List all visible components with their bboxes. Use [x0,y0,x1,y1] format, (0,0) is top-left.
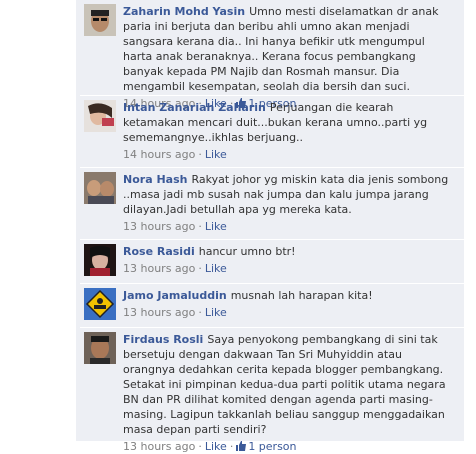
comment-author[interactable]: Jamo Jamaluddin [123,289,227,302]
profile-photo-icon [84,332,116,364]
like-button[interactable]: Like [205,220,227,233]
comment-meta: 13 hours ago · Like [123,220,453,234]
comment-item: Intan Zanariah Zaharin Perjuangan die kea… [80,96,464,168]
separator-dot: · [198,262,202,275]
separator-dot: · [198,148,202,161]
comment-timestamp[interactable]: 14 hours ago [123,148,195,161]
comment-text: Saya penyokong pembangkang di sini tak b… [123,333,446,436]
comment-meta: 13 hours ago · Like [123,306,453,320]
comment-author[interactable]: Zaharin Mohd Yasin [123,5,245,18]
avatar[interactable] [84,100,116,132]
comment-body: Zaharin Mohd Yasin Umno mesti diselamatka… [123,4,453,111]
comment-item: Rose Rasidi hancur umno btr! 13 hours ago… [80,240,464,284]
profile-photo-icon [84,100,116,132]
comment-meta: 14 hours ago · Like [123,148,453,162]
comment-item: Jamo Jamaluddin musnah lah harapan kita! … [80,284,464,328]
separator-dot: · [198,220,202,233]
comment-item: Nora Hash Rakyat johor yg miskin kata dia… [80,168,464,240]
comment-meta: 13 hours ago · Like [123,262,453,276]
profile-photo-icon [84,4,116,36]
comment-author[interactable]: Rose Rasidi [123,245,195,258]
like-button[interactable]: Like [205,440,227,453]
comment-body: Intan Zanariah Zaharin Perjuangan die kea… [123,100,453,162]
avatar[interactable] [84,332,116,364]
comment-timestamp[interactable]: 13 hours ago [123,440,195,453]
comments-page: Zaharin Mohd Yasin Umno mesti diselamatka… [0,0,476,453]
comment-timestamp[interactable]: 13 hours ago [123,306,195,319]
profile-photo-icon [84,244,116,276]
comment-text: musnah lah harapan kita! [230,289,373,302]
comment-item: Zaharin Mohd Yasin Umno mesti diselamatka… [80,0,464,110]
comment-body: Firdaus Rosli Saya penyokong pembangkang … [123,332,453,454]
comment-body: Rose Rasidi hancur umno btr! 13 hours ago… [123,244,453,276]
comment-timestamp[interactable]: 13 hours ago [123,220,195,233]
avatar[interactable] [84,172,116,204]
comment-text: hancur umno btr! [198,245,296,258]
like-count-label: 1 person [248,440,297,453]
comment-author[interactable]: Firdaus Rosli [123,333,203,346]
comment-meta: 13 hours ago · Like · 1 person [123,440,453,454]
comment-body: Jamo Jamaluddin musnah lah harapan kita! … [123,288,453,320]
comment-author[interactable]: Nora Hash [123,173,187,186]
avatar[interactable] [84,4,116,36]
like-count[interactable]: 1 person [236,440,297,453]
like-button[interactable]: Like [205,262,227,275]
comment-author[interactable]: Intan Zanariah Zaharin [123,101,266,114]
avatar[interactable] [84,244,116,276]
like-button[interactable]: Like [205,148,227,161]
comment-item: Firdaus Rosli Saya penyokong pembangkang … [80,328,464,453]
comment-body: Nora Hash Rakyat johor yg miskin kata dia… [123,172,453,234]
comment-timestamp[interactable]: 13 hours ago [123,262,195,275]
separator-dot: · [229,440,234,453]
avatar[interactable] [84,288,116,320]
separator-dot: · [198,306,202,319]
comment-text: Umno mesti diselamatkan dr anak paria in… [123,5,439,93]
separator-dot: · [198,440,202,453]
like-button[interactable]: Like [205,306,227,319]
profile-photo-icon [84,172,116,204]
thumbs-up-icon [236,441,247,451]
warning-sign-photo-icon [84,288,116,320]
